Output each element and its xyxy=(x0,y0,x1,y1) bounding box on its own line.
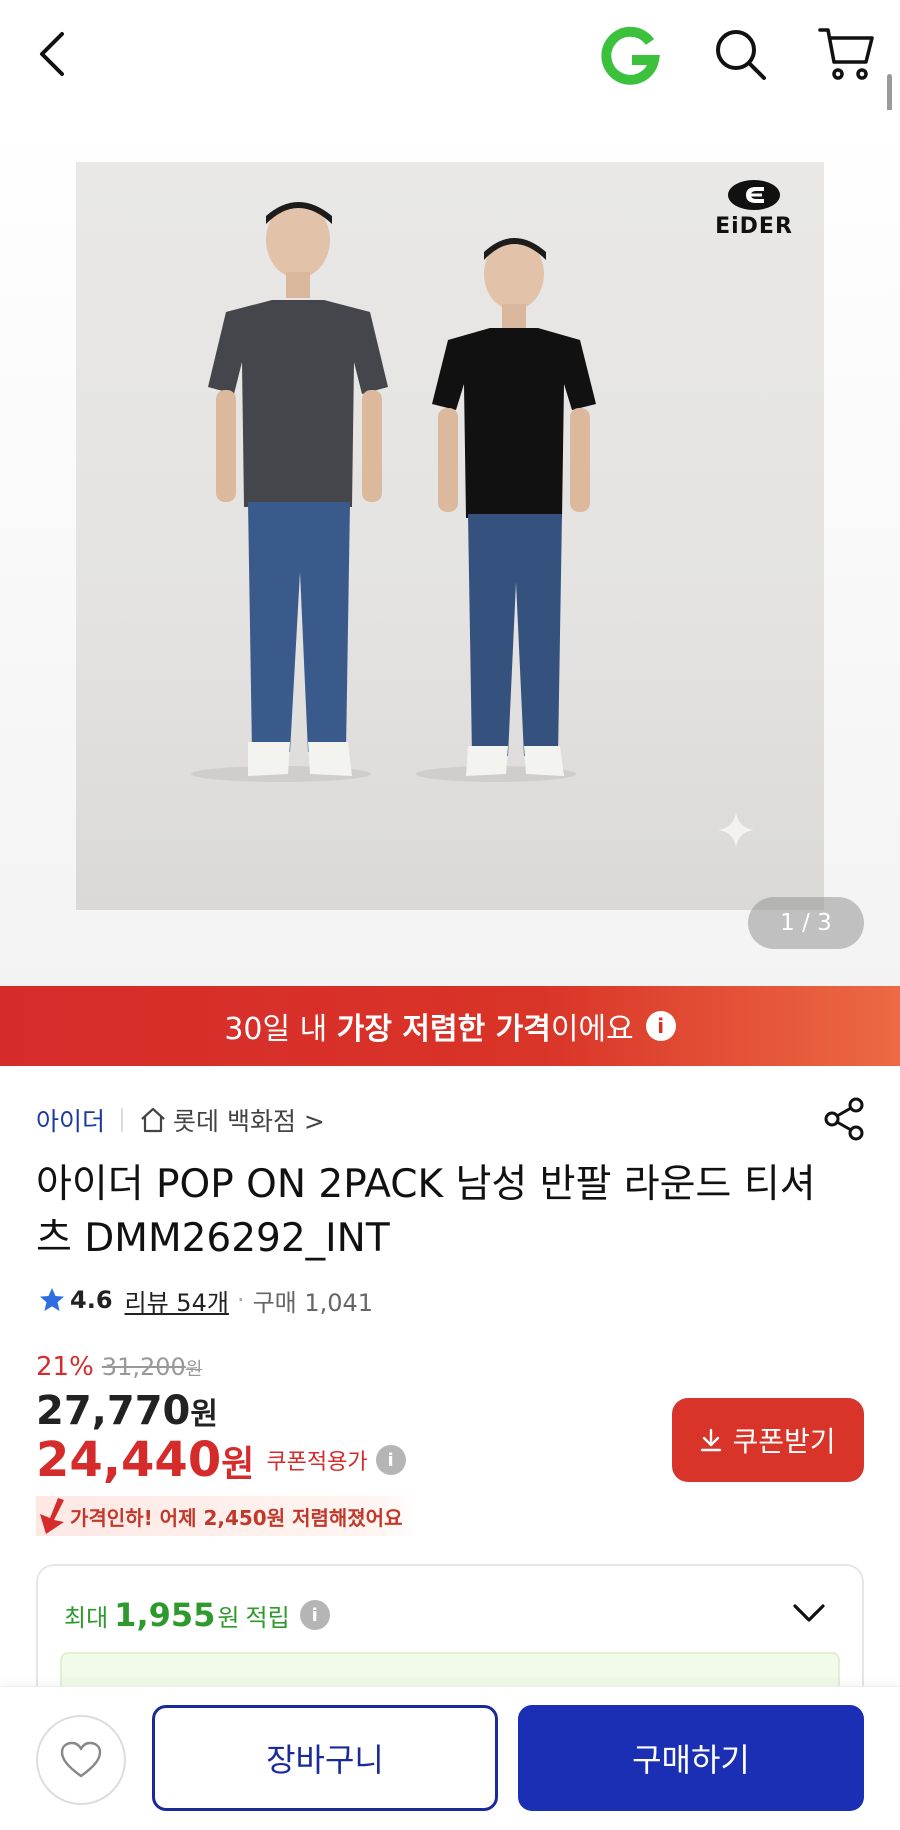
eider-emblem-icon xyxy=(728,180,780,210)
points-prefix: 최대 xyxy=(64,1603,109,1632)
chevron-left-icon[interactable] xyxy=(32,28,76,80)
divider xyxy=(121,1108,124,1132)
get-coupon-label: 쿠폰받기 xyxy=(732,1425,836,1458)
product-title: 아이더 POP ON 2PACK 남성 반팔 라운드 티셔츠 DMM26292_… xyxy=(36,1162,816,1261)
store-chevron-icon: > xyxy=(303,1107,325,1136)
sale-price-unit: 원 xyxy=(190,1397,218,1432)
sale-price: 27,770원 xyxy=(36,1388,218,1434)
rating-row: 4.6 리뷰 54개 · 구매 1,041 xyxy=(38,1280,373,1320)
banner-suffix: 이에요 xyxy=(550,1012,634,1047)
cart-icon[interactable] xyxy=(818,24,874,84)
wishlist-button[interactable] xyxy=(36,1715,126,1805)
download-icon xyxy=(701,1428,722,1452)
banner-strong-text: 가장 저렴한 가격 xyxy=(336,1012,551,1047)
original-price-unit: 원 xyxy=(185,1359,203,1380)
brand-link[interactable]: 아이더 xyxy=(36,1102,105,1138)
store-link[interactable]: 롯데 백화점 > xyxy=(173,1102,325,1138)
store-row: 아이더 롯데 백화점 > xyxy=(36,1097,866,1141)
discount-rate: 21% xyxy=(36,1352,94,1382)
star-icon xyxy=(40,1288,64,1311)
coupon-applied-label: 쿠폰적용가 xyxy=(266,1450,368,1475)
product-image-gallery[interactable]: EiDER 1 / 3 xyxy=(0,110,900,986)
get-coupon-button[interactable]: 쿠폰받기 xyxy=(672,1398,864,1482)
house-icon xyxy=(141,1107,165,1133)
top-bar xyxy=(0,0,900,110)
separator: · xyxy=(236,1286,245,1314)
buy-now-button[interactable]: 구매하기 xyxy=(518,1705,864,1811)
search-icon[interactable] xyxy=(712,26,768,82)
rating-value: 4.6 xyxy=(70,1286,113,1314)
bottom-action-bar: 장바구니 구매하기 xyxy=(0,1686,900,1830)
product-photo[interactable]: EiDER xyxy=(76,162,824,910)
points-info-icon[interactable]: i xyxy=(299,1600,330,1630)
points-unit: 원 xyxy=(217,1603,240,1632)
share-icon[interactable] xyxy=(822,1096,866,1142)
sale-price-value: 27,770 xyxy=(36,1388,191,1434)
buy-now-label: 구매하기 xyxy=(632,1741,750,1779)
add-to-cart-label: 장바구니 xyxy=(266,1741,384,1779)
original-price-row: 21% 31,200 원 xyxy=(36,1352,202,1382)
store-name: 롯데 백화점 xyxy=(173,1107,296,1136)
points-suffix: 적립 xyxy=(245,1603,290,1632)
help-icon[interactable]: i xyxy=(375,1445,406,1475)
price-drop-notice: 가격인하! 어제 2,450원 저렴해졌어요 xyxy=(36,1496,417,1536)
brand-logo: EiDER xyxy=(696,178,812,248)
info-icon[interactable]: i xyxy=(645,1011,676,1041)
points-amount: 1,955 xyxy=(114,1596,216,1634)
price-drop-arrow-icon xyxy=(40,1498,64,1534)
lowest-price-banner[interactable]: 30일 내 가장 저렴한 가격 이에요 i xyxy=(0,986,900,1066)
models-illustration xyxy=(191,202,596,782)
coupon-price: 24,440원 xyxy=(36,1432,254,1488)
purchase-count: 구매 1,041 xyxy=(252,1288,374,1317)
price-drop-text: 가격인하! 어제 2,450원 저렴해졌어요 xyxy=(70,1505,403,1530)
banner-prefix: 30일 내 xyxy=(224,1012,337,1047)
original-price: 31,200 xyxy=(101,1353,186,1381)
sparkle-icon xyxy=(718,812,754,848)
coupon-price-row: 24,440원 쿠폰적용가 i xyxy=(36,1432,406,1488)
brand-logo-text: EiDER xyxy=(715,214,793,239)
add-to-cart-button[interactable]: 장바구니 xyxy=(152,1705,498,1811)
chevron-down-icon[interactable] xyxy=(792,1602,826,1624)
heart-icon xyxy=(60,1741,102,1778)
coupon-price-value: 24,440 xyxy=(36,1432,222,1488)
coupon-price-unit: 원 xyxy=(221,1444,255,1485)
image-pager: 1 / 3 xyxy=(748,897,864,949)
g-logo-icon[interactable] xyxy=(600,26,660,86)
points-row: 최대 1,955 원 적립 i xyxy=(64,1596,330,1634)
review-link[interactable]: 리뷰 54개 xyxy=(125,1283,229,1318)
